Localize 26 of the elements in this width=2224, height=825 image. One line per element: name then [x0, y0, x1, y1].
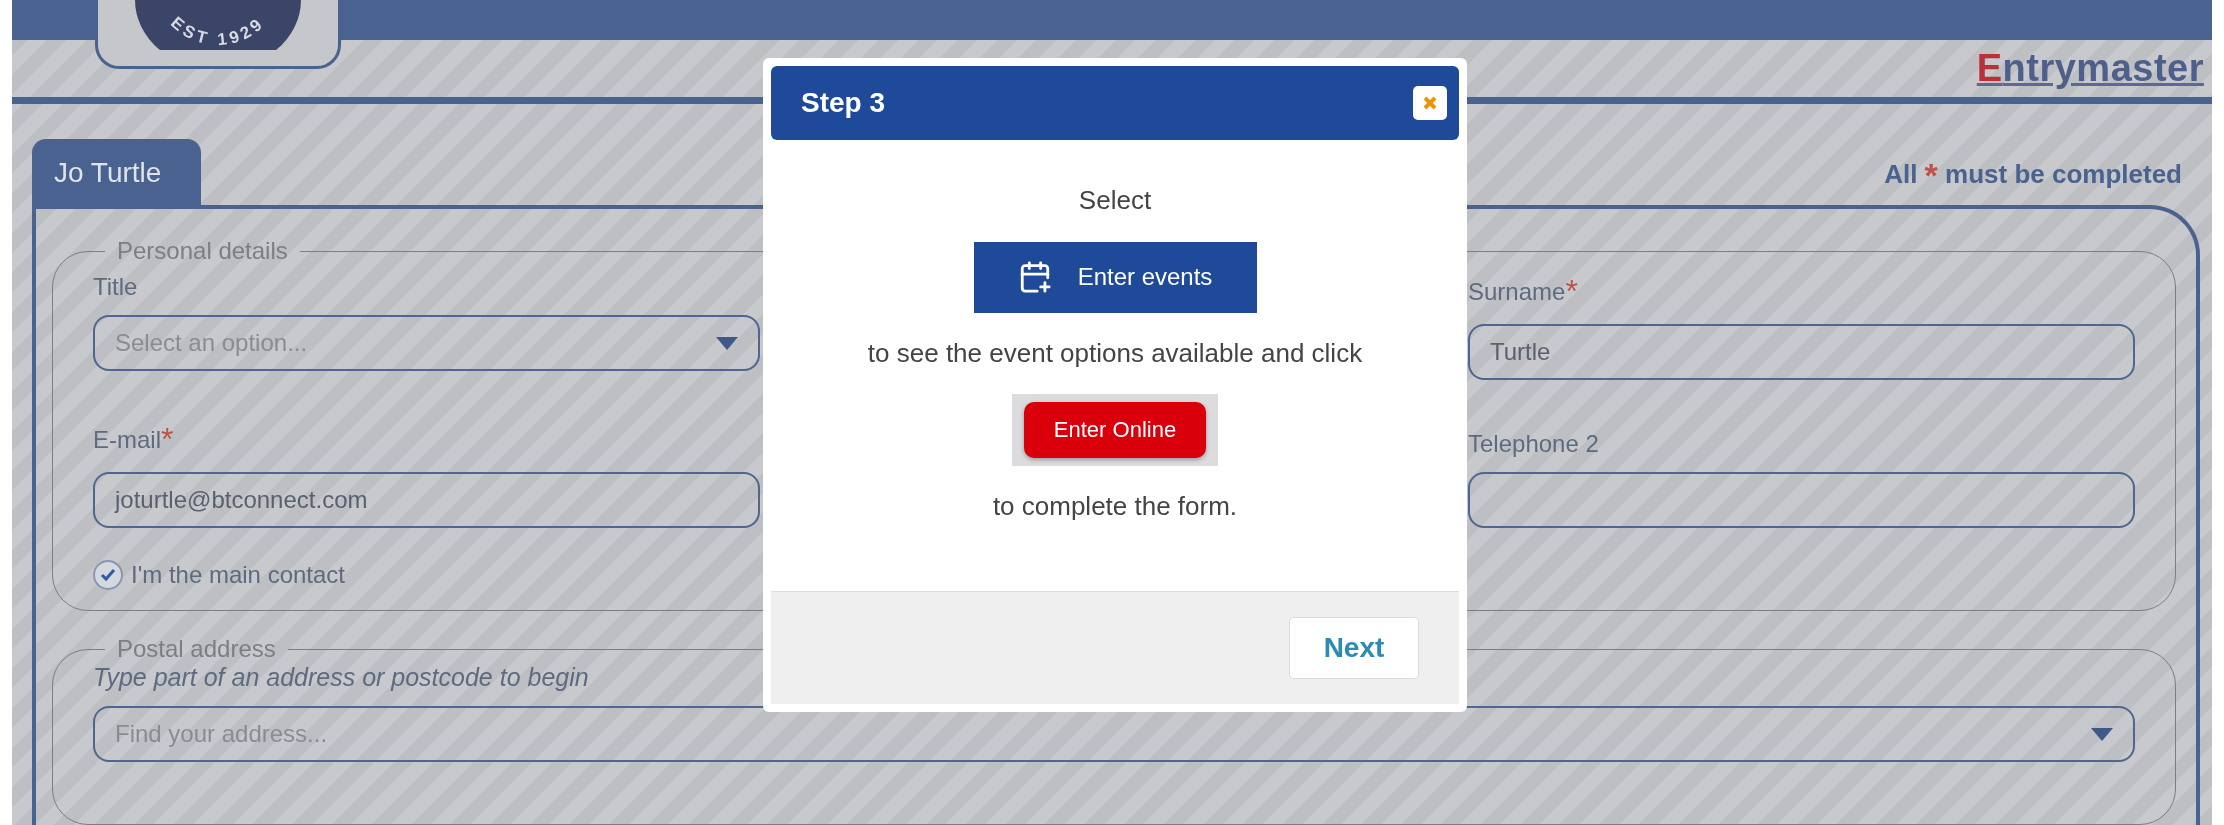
field-label: Title	[93, 273, 139, 301]
checkbox[interactable]	[93, 560, 123, 590]
field-label: Telephone 2	[1468, 430, 1600, 458]
select-field[interactable]: Select an option...	[93, 315, 760, 371]
seal-text: EST 1929	[167, 12, 269, 50]
input-field[interactable]: joturtle@btconnect.com	[93, 472, 760, 528]
enter-online-button[interactable]: Enter Online	[1023, 402, 1207, 459]
instruction-text: to complete the form.	[992, 490, 1238, 524]
section-legend: Postal address	[105, 635, 288, 663]
input-field[interactable]	[1468, 472, 2135, 528]
checkbox-label: I'm the main contact	[131, 561, 345, 589]
tab[interactable]: Jo Turtle	[32, 139, 202, 205]
close-button[interactable]	[1413, 86, 1447, 120]
instruction-text: Select	[1078, 184, 1152, 217]
input-field[interactable]: Turtle	[1468, 324, 2135, 380]
hint-text: Type part of an address or postcode to begin	[93, 663, 590, 692]
dialog-title: Step 3	[801, 87, 886, 119]
section-legend: Personal details	[105, 237, 300, 265]
dropdown-arrow-icon	[2091, 727, 2113, 741]
instruction-text: to see the event options available and click	[867, 336, 1363, 370]
dropdown-arrow-icon	[716, 336, 738, 350]
close-icon	[1422, 95, 1438, 111]
check-icon	[100, 568, 116, 582]
next-button[interactable]: Next	[1289, 617, 1419, 679]
enter-events-button[interactable]: Enter events	[973, 241, 1257, 313]
brand-logo: Entrymaster	[1976, 47, 2204, 90]
